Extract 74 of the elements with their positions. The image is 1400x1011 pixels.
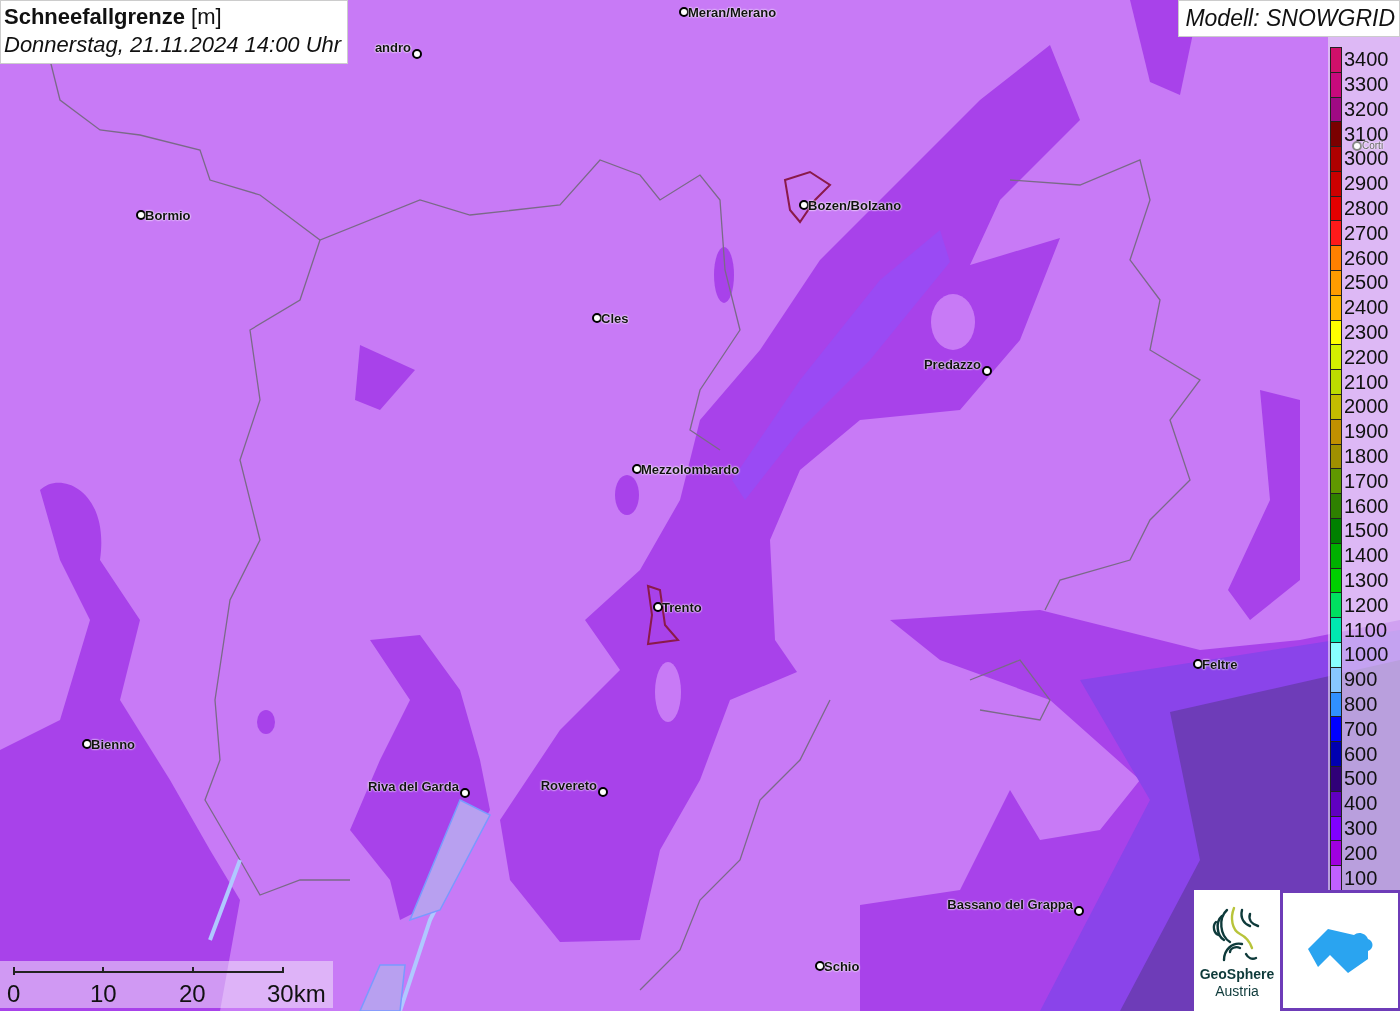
legend-value: 3400 (1344, 51, 1389, 68)
place-label: andro (374, 40, 411, 55)
place-label: Bormio (145, 208, 191, 223)
legend-value: 2700 (1344, 224, 1389, 241)
scale-label: 10 (90, 980, 117, 1008)
legend-value: 2100 (1344, 373, 1389, 390)
legend-value: 600 (1344, 745, 1378, 762)
legend-value: 1000 (1344, 646, 1389, 663)
legend-value: 2500 (1344, 274, 1389, 291)
legend-value: 1400 (1344, 547, 1389, 564)
legend-value: 3100 (1344, 125, 1389, 142)
scale-label: 20 (179, 980, 206, 1008)
place-label: Predazzo (923, 357, 981, 372)
legend-value: 1700 (1344, 472, 1389, 489)
place-marker-icon (598, 787, 608, 797)
legend-value: 2800 (1344, 200, 1389, 217)
place-label: Meran/Merano (688, 5, 777, 20)
place-label: Corti (1362, 141, 1384, 151)
legend-value: 900 (1344, 671, 1378, 688)
scale-label: 30km (267, 980, 326, 1008)
place-marker-icon (460, 788, 470, 798)
place-label: Riva del Garda (367, 779, 459, 794)
legend-value: 1500 (1344, 522, 1389, 539)
forecast-datetime: Donnerstag, 21.11.2024 14:00 Uhr (4, 31, 342, 59)
legend-value: 700 (1344, 720, 1378, 737)
place-marker-icon (136, 210, 146, 220)
place-marker-icon (632, 464, 642, 474)
place-marker-icon (1074, 906, 1084, 916)
legend-value: 500 (1344, 770, 1378, 787)
legend-value: 1100 (1344, 621, 1387, 638)
place-marker-icon (815, 961, 825, 971)
place-marker-icon (653, 602, 663, 612)
place-label: Bozen/Bolzano (808, 198, 902, 213)
place-label: Rovereto (540, 778, 597, 793)
legend-value: 1900 (1344, 423, 1389, 440)
legend-value: 1600 (1344, 497, 1389, 514)
logo-name: GeoSphere (1199, 966, 1275, 983)
legend-value: 1300 (1344, 572, 1389, 589)
roof-cloud-icon (1307, 928, 1374, 973)
place-marker-icon (1352, 141, 1362, 151)
legend-value: 200 (1344, 844, 1378, 861)
legend-value: 800 (1344, 696, 1378, 712)
legend-value: 1200 (1344, 596, 1389, 613)
place-marker-icon (82, 739, 92, 749)
legend-value: 2200 (1344, 348, 1389, 365)
model-label: Modell: SNOWGRID (1185, 5, 1395, 31)
scale-ruler-icon (13, 965, 285, 977)
scale-label: 0 (7, 980, 21, 1008)
place-marker-icon (412, 49, 422, 59)
legend-value: 2600 (1344, 249, 1389, 266)
place-marker-icon (592, 313, 602, 323)
map-title: Schneefallgrenze [m] (4, 3, 223, 31)
place-label: Cles (601, 311, 629, 326)
legend-value: 2400 (1344, 299, 1389, 316)
legend-value: 3200 (1344, 100, 1389, 117)
place-marker-icon (1193, 659, 1203, 669)
legend-value: 2000 (1344, 398, 1389, 415)
place-label: Bassano del Grappa (947, 897, 1073, 912)
legend-value: 2900 (1344, 175, 1389, 192)
legend-value: 100 (1344, 869, 1378, 886)
place-label: Mezzolombardo (641, 462, 740, 477)
legend-value: 300 (1344, 820, 1378, 836)
legend-value: 1800 (1344, 448, 1389, 465)
legend-value: 3000 (1344, 150, 1389, 167)
legend-value: 400 (1344, 795, 1378, 812)
place-label: Schio (824, 959, 860, 974)
place-marker-icon (982, 366, 992, 376)
logo-country: Austria (1215, 983, 1259, 1000)
place-label: Bienno (91, 737, 136, 752)
place-label: Feltre (1202, 657, 1238, 672)
legend-value: 2300 (1344, 324, 1389, 341)
place-marker-icon (679, 7, 689, 17)
place-marker-icon (799, 200, 809, 210)
legend-value: 3300 (1344, 76, 1389, 93)
